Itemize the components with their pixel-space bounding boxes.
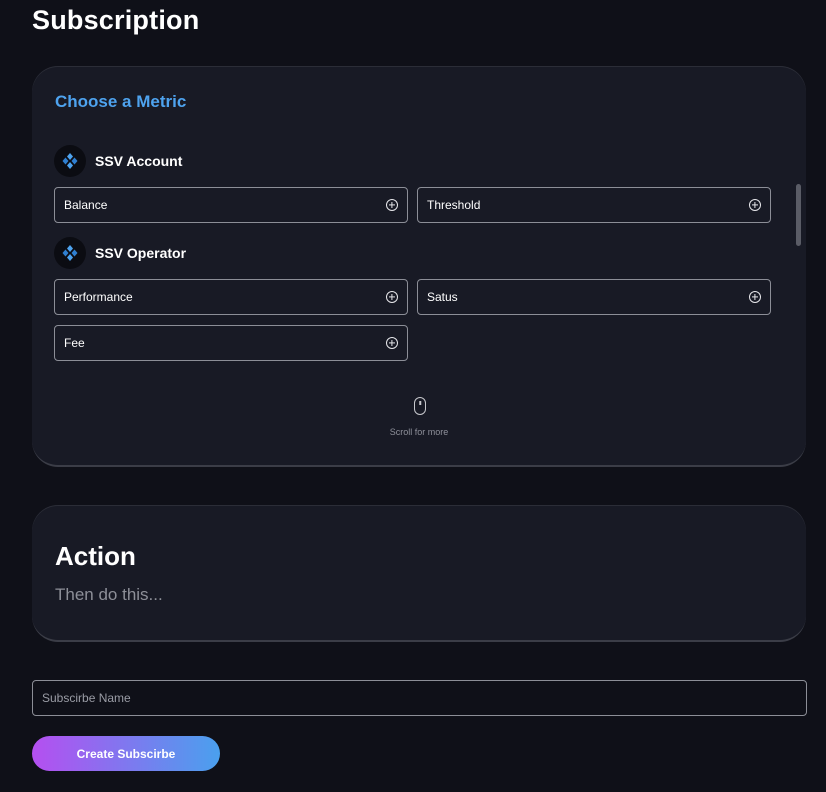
- metric-label: Fee: [64, 336, 85, 350]
- create-subscribe-button[interactable]: Create Subscirbe: [32, 736, 220, 771]
- group-label: SSV Operator: [95, 245, 187, 261]
- metric-label: Satus: [427, 290, 458, 304]
- metric-button-fee[interactable]: Fee: [54, 325, 408, 361]
- plus-circle-icon: [386, 337, 398, 349]
- metric-label: Threshold: [427, 198, 481, 212]
- scrollbar-thumb[interactable]: [796, 184, 801, 246]
- page-title: Subscription: [32, 5, 200, 35]
- mouse-icon: [414, 397, 426, 415]
- metric-card: Choose a Metric SSV Account Balance Thre…: [32, 66, 806, 467]
- metric-button-performance[interactable]: Performance: [54, 279, 408, 315]
- group-header-ssv-account: SSV Account: [54, 145, 182, 177]
- metric-label: Balance: [64, 198, 108, 212]
- subscription-page: Subscription Choose a Metric SSV Account…: [0, 0, 826, 792]
- metric-button-balance[interactable]: Balance: [54, 187, 408, 223]
- ssv-logo-icon: [54, 237, 86, 269]
- action-subtitle: Then do this...: [55, 585, 163, 604]
- plus-circle-icon: [749, 199, 761, 211]
- metric-label: Performance: [64, 290, 133, 304]
- plus-circle-icon: [386, 199, 398, 211]
- ssv-logo-icon: [54, 145, 86, 177]
- subscribe-name-input[interactable]: [32, 680, 807, 716]
- action-card[interactable]: Action Then do this...: [32, 505, 806, 642]
- action-title: Action: [55, 541, 136, 571]
- metric-heading: Choose a Metric: [55, 92, 187, 111]
- plus-circle-icon: [749, 291, 761, 303]
- metric-button-status[interactable]: Satus: [417, 279, 771, 315]
- group-label: SSV Account: [95, 153, 183, 169]
- group-header-ssv-operator: SSV Operator: [54, 237, 186, 269]
- scroll-hint: Scroll for more: [389, 427, 449, 437]
- plus-circle-icon: [386, 291, 398, 303]
- metric-button-threshold[interactable]: Threshold: [417, 187, 771, 223]
